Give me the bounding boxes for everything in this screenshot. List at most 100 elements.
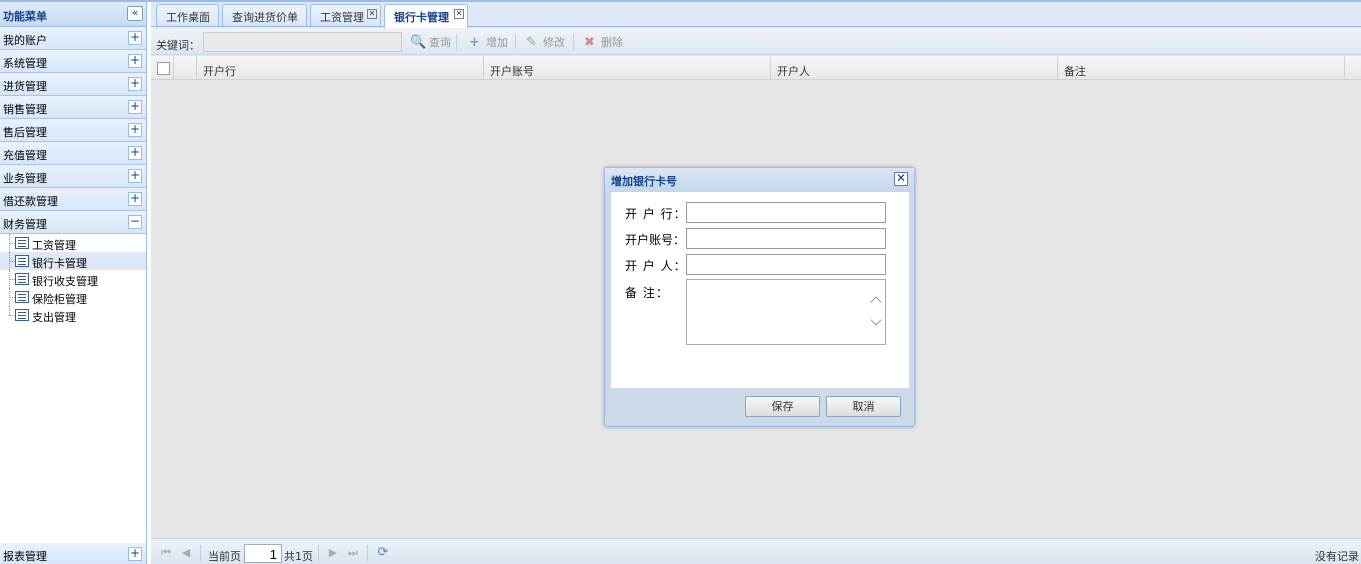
section-label: 进货管理 <box>3 80 47 93</box>
sidebar-section-account[interactable]: 我的账户 + <box>0 27 146 50</box>
select-all-checkbox[interactable] <box>157 62 170 75</box>
row-number-header <box>174 56 197 80</box>
delete-button[interactable]: ✖ 删除 <box>582 34 623 51</box>
tab-label: 查询进货价单 <box>232 11 298 24</box>
column-header-account[interactable]: 开户账号 <box>484 56 771 80</box>
account-label: 开户账号： <box>625 233 686 247</box>
sidebar-section-reports[interactable]: 报表管理 + <box>0 543 146 564</box>
expand-icon[interactable]: + <box>128 100 142 114</box>
tab-label: 工资管理 <box>320 11 364 24</box>
expand-icon[interactable]: + <box>128 77 142 91</box>
tab-purchase-price[interactable]: 查询进货价单 <box>222 4 307 26</box>
edit-label: 修改 <box>543 36 565 49</box>
scroll-down-icon[interactable] <box>870 314 882 326</box>
close-icon[interactable]: ✕ <box>367 9 377 19</box>
tree-item-salary[interactable]: 工资管理 <box>0 234 146 252</box>
toolbar: 关键词： 🔍 查询 + 增加 ✎ 修改 ✖ 删除 <box>151 28 1361 55</box>
search-button[interactable]: 🔍 查询 <box>410 34 451 51</box>
section-label: 业务管理 <box>3 172 47 185</box>
list-icon <box>15 237 29 249</box>
bank-input[interactable] <box>686 202 886 223</box>
tree-item-expense[interactable]: 支出管理 <box>0 306 146 324</box>
tree-item-bankcard[interactable]: 银行卡管理 <box>0 252 146 270</box>
tree-item-label: 支出管理 <box>32 311 76 324</box>
account-input[interactable] <box>686 228 886 249</box>
keyword-input[interactable] <box>203 32 402 52</box>
tab-label: 银行卡管理 <box>394 11 449 24</box>
total-pages: 共1页 <box>284 550 313 563</box>
sidebar-section-sales[interactable]: 销售管理 + <box>0 96 146 119</box>
next-page-icon[interactable]: ▶ <box>327 547 339 559</box>
dialog-title: 增加银行卡号 <box>605 168 914 192</box>
expand-icon[interactable]: + <box>128 54 142 68</box>
column-header-bank[interactable]: 开户行 <box>197 56 484 80</box>
expand-icon[interactable]: + <box>128 146 142 160</box>
delete-label: 删除 <box>601 36 623 49</box>
select-all-cell <box>151 56 174 80</box>
list-icon <box>15 291 29 303</box>
sidebar: 功能菜单 « 我的账户 + 系统管理 + 进货管理 + 销售管理 + 售后管理 + 充值管… <box>0 2 147 564</box>
sidebar-section-aftersales[interactable]: 售后管理 + <box>0 119 146 142</box>
bank-label: 开 户 行： <box>625 207 687 221</box>
tree-item-label: 银行卡管理 <box>32 257 87 270</box>
search-icon: 🔍 <box>410 35 427 50</box>
pager: ⏮ ◀ 当前页 共1页 ▶ ⏭ ⟳ 没有记录 <box>151 538 1361 564</box>
holder-input[interactable] <box>686 254 886 275</box>
section-label: 销售管理 <box>3 103 47 116</box>
current-page-label: 当前页 <box>208 550 241 563</box>
tab-bankcard[interactable]: 银行卡管理 ✕ <box>384 4 468 28</box>
close-icon[interactable]: ✕ <box>894 172 908 186</box>
tab-salary[interactable]: 工资管理 ✕ <box>310 4 381 26</box>
first-page-icon[interactable]: ⏮ <box>160 547 172 559</box>
sidebar-section-system[interactable]: 系统管理 + <box>0 50 146 73</box>
tree-item-bank-income[interactable]: 银行收支管理 <box>0 270 146 288</box>
divider <box>318 545 319 561</box>
section-label: 报表管理 <box>3 550 47 563</box>
list-icon <box>15 255 29 267</box>
expand-icon[interactable]: + <box>128 547 142 561</box>
add-bankcard-dialog: 增加银行卡号 ✕ 开 户 行： 开户账号： 开 户 人： 备 注： 保存 取消 <box>604 167 915 427</box>
save-button[interactable]: 保存 <box>745 396 820 417</box>
section-label: 售后管理 <box>3 126 47 139</box>
expand-icon[interactable]: + <box>128 31 142 45</box>
list-icon <box>15 309 29 321</box>
section-label: 财务管理 <box>3 218 47 231</box>
expand-icon[interactable]: + <box>128 192 142 206</box>
last-page-icon[interactable]: ⏭ <box>347 547 359 559</box>
sidebar-section-loans[interactable]: 借还款管理 + <box>0 188 146 211</box>
sidebar-header: 功能菜单 « <box>0 2 146 27</box>
collapse-icon[interactable]: « <box>127 6 143 21</box>
collapse-section-icon[interactable]: − <box>128 215 142 229</box>
edit-button[interactable]: ✎ 修改 <box>524 34 565 51</box>
finance-tree: 工资管理 银行卡管理 银行收支管理 保险柜管理 支出管理 <box>0 234 146 540</box>
cancel-button[interactable]: 取消 <box>826 396 901 417</box>
expand-icon[interactable]: + <box>128 169 142 183</box>
scroll-up-icon[interactable] <box>870 296 882 308</box>
tree-item-safe[interactable]: 保险柜管理 <box>0 288 146 306</box>
divider <box>367 545 368 561</box>
search-label: 查询 <box>429 36 451 49</box>
keyword-label: 关键词： <box>156 39 200 52</box>
tab-label: 工作桌面 <box>166 11 210 24</box>
tab-bar: 工作桌面 查询进货价单 工资管理 ✕ 银行卡管理 ✕ <box>151 2 1361 28</box>
refresh-icon[interactable]: ⟳ <box>377 546 389 559</box>
tree-item-label: 银行收支管理 <box>32 275 98 288</box>
column-header-holder[interactable]: 开户人 <box>771 56 1058 80</box>
sidebar-section-purchase[interactable]: 进货管理 + <box>0 73 146 96</box>
record-status: 没有记录 <box>1315 550 1359 563</box>
close-icon[interactable]: ✕ <box>454 9 464 19</box>
prev-page-icon[interactable]: ◀ <box>180 547 192 559</box>
sidebar-section-business[interactable]: 业务管理 + <box>0 165 146 188</box>
section-label: 充值管理 <box>3 149 47 162</box>
page-input[interactable] <box>244 544 282 563</box>
sidebar-section-finance[interactable]: 财务管理 − <box>0 211 146 234</box>
column-header-note[interactable]: 备注 <box>1058 56 1345 80</box>
section-label: 我的账户 <box>3 34 47 47</box>
tab-desktop[interactable]: 工作桌面 <box>156 4 219 26</box>
expand-icon[interactable]: + <box>128 123 142 137</box>
delete-icon: ✖ <box>584 35 595 50</box>
sidebar-section-recharge[interactable]: 充值管理 + <box>0 142 146 165</box>
add-button[interactable]: + 增加 <box>467 34 508 51</box>
note-textarea[interactable] <box>686 279 886 345</box>
dialog-body: 开 户 行： 开户账号： 开 户 人： 备 注： <box>611 192 909 388</box>
